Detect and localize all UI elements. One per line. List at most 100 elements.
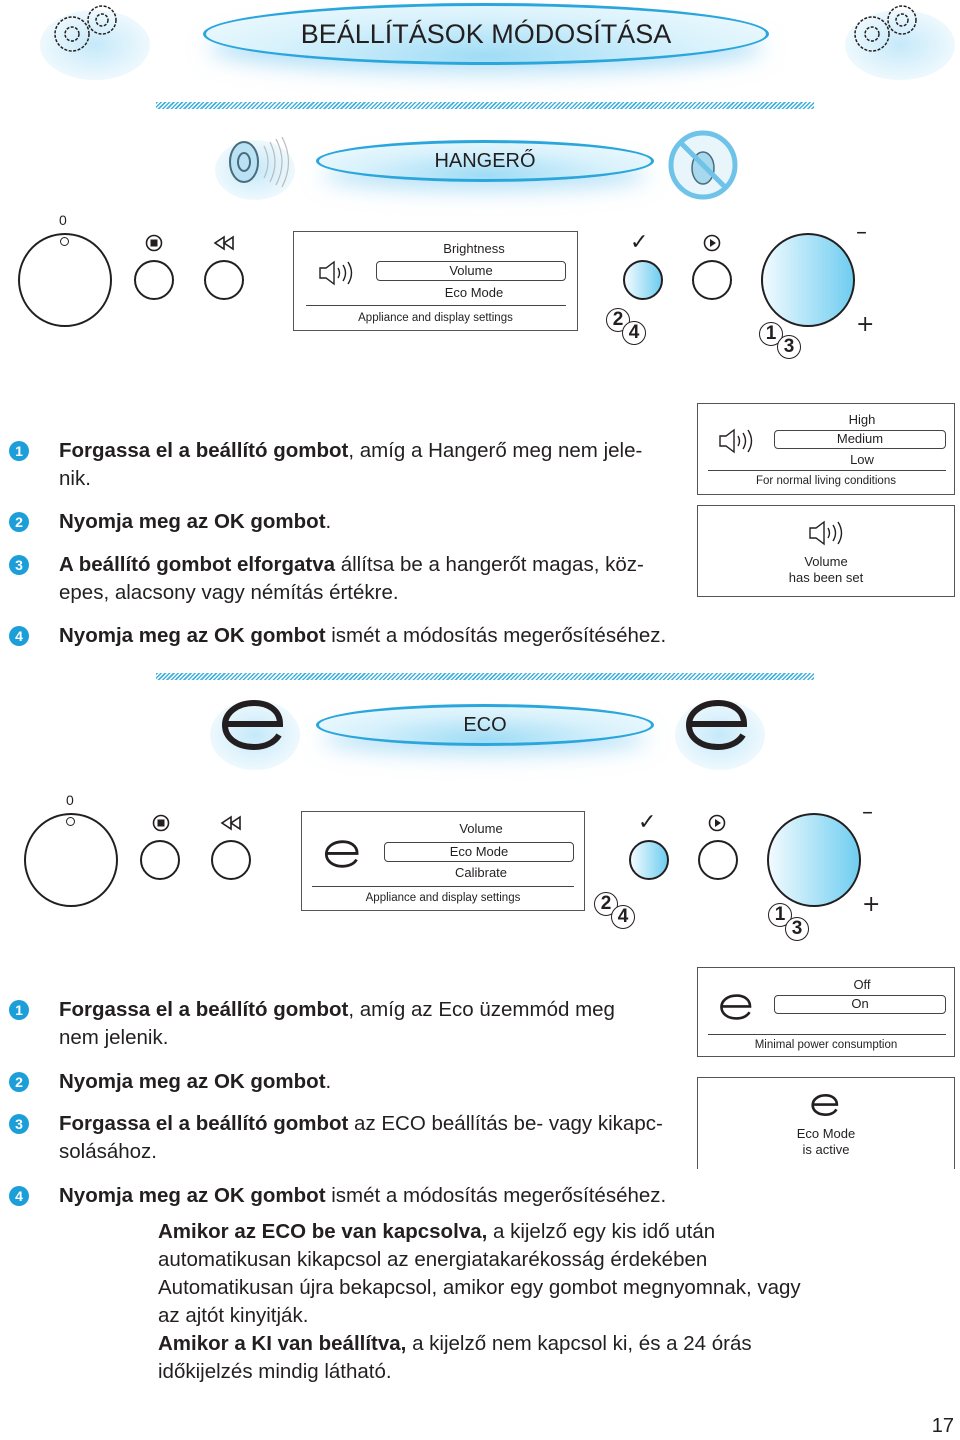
menu-option: Off [853, 977, 871, 992]
step-number-badge: 1 [9, 441, 29, 461]
back-button[interactable] [204, 260, 244, 300]
step-bold-text: Nyomja meg az OK gombot [59, 624, 326, 647]
mode-dial[interactable] [24, 813, 118, 907]
step-number-badge: 3 [9, 555, 29, 575]
eco-e-icon [720, 994, 752, 1020]
note-bold-text: Amikor az ECO be van kapcsolva, [158, 1220, 488, 1243]
note-bold-text: Amikor a KI van beállítva, [158, 1332, 407, 1355]
step-text: nik. [59, 467, 91, 490]
selector-knob[interactable] [767, 813, 861, 907]
step-text: ismét a módosítás megerősítéséhez. [325, 624, 667, 647]
display-menu-volume: Brightness Volume Eco Mode Appliance and… [293, 231, 578, 331]
step-bold-text: Nyomja meg az OK gombot [59, 510, 326, 533]
start-button[interactable] [692, 260, 732, 300]
section-heading-text: HANGERŐ [434, 149, 536, 172]
dial-marker [66, 817, 75, 826]
section-heading-volume: HANGERŐ [316, 140, 654, 182]
divider [708, 1034, 946, 1035]
start-button[interactable] [698, 840, 738, 880]
step-number-badge: 4 [9, 1186, 29, 1206]
step-bold-text: Nyomja meg az OK gombot [59, 1184, 326, 1207]
eco-e-icon [811, 1093, 839, 1117]
screen-eco-confirm: Eco Mode is active [697, 1077, 955, 1169]
page-title: BEÁLLÍTÁSOK MÓDOSÍTÁSA [203, 3, 769, 65]
stop-icon [145, 234, 163, 252]
step-marker: 4 [611, 905, 635, 929]
off-note: Amikor a KI van beállítva, a kijelző nem… [158, 1330, 808, 1386]
step-text: epes, alacsony vagy némítás értékre. [59, 581, 399, 604]
dial-marker [60, 237, 69, 246]
check-icon: ✓ [630, 230, 649, 255]
mode-dial[interactable] [18, 233, 112, 327]
minus-label: – [856, 220, 867, 245]
step-bold-text: A beállító gombot elforgatva [59, 553, 336, 576]
divider [156, 673, 814, 680]
ok-button[interactable] [629, 840, 669, 880]
stop-button[interactable] [134, 260, 174, 300]
eco-e-icon [324, 840, 359, 868]
step-bold-text: Forgassa el a beállító gombot [59, 998, 349, 1021]
dial-zero-label: 0 [59, 212, 67, 228]
menu-option-selected: Volume [376, 261, 566, 281]
step-text: solásához. [59, 1140, 158, 1163]
step-text: , amíg a Hangerő meg nem jele- [348, 439, 643, 462]
play-icon [703, 234, 721, 252]
step-text: . [325, 510, 332, 533]
menu-option: Volume [459, 821, 503, 836]
divider [708, 470, 946, 471]
divider [306, 305, 566, 306]
back-icon [220, 815, 241, 831]
eco-e-icon [685, 699, 748, 751]
menu-footer: For normal living conditions [756, 475, 896, 487]
stop-button[interactable] [140, 840, 180, 880]
step-text: , amíg az Eco üzemmód meg [348, 998, 615, 1021]
gears-icon [54, 5, 117, 52]
menu-option: Brightness [443, 241, 505, 256]
menu-footer: Appliance and display settings [365, 892, 521, 904]
divider [312, 886, 574, 887]
step-marker: 3 [785, 917, 809, 941]
back-icon [213, 235, 234, 251]
eco-e-icon [221, 699, 284, 751]
confirm-line: Volume [804, 554, 848, 569]
eco-note: Amikor az ECO be van kapcsolva, a kijelz… [158, 1218, 808, 1330]
menu-option-selected: Eco Mode [384, 842, 574, 862]
dial-zero-label: 0 [66, 792, 74, 808]
speaker-icon [319, 260, 353, 286]
confirm-line: Eco Mode [796, 1126, 856, 1141]
menu-option: Eco Mode [444, 285, 504, 300]
selector-knob[interactable] [761, 233, 855, 327]
step-text: nem jelenik. [59, 1026, 169, 1049]
menu-footer: Appliance and display settings [358, 312, 513, 324]
step-text: állítsa be a hangerőt magas, köz- [335, 553, 644, 576]
minus-label: – [862, 800, 873, 825]
menu-option-selected: Medium [774, 430, 946, 449]
display-menu-eco: Volume Eco Mode Calibrate Appliance and … [301, 811, 585, 911]
step-number-badge: 4 [9, 626, 29, 646]
step-number-badge: 3 [9, 1114, 29, 1134]
step-text: az ECO beállítás be- vagy kikapc- [348, 1112, 663, 1135]
section-heading-eco: ECO [316, 704, 654, 746]
check-icon: ✓ [638, 810, 657, 835]
screen-volume-confirm: Volume has been set [697, 505, 955, 597]
gears-icon [854, 5, 917, 52]
menu-option: High [848, 412, 876, 427]
ok-button[interactable] [623, 260, 663, 300]
back-button[interactable] [211, 840, 251, 880]
confirm-line: has been set [788, 570, 864, 585]
step-marker: 3 [777, 335, 801, 359]
speaker-icon [229, 136, 290, 188]
menu-option: Calibrate [454, 865, 508, 880]
stop-icon [152, 814, 170, 832]
step-marker: 4 [622, 321, 646, 345]
screen-eco-toggle: Off On Minimal power consumption [697, 967, 955, 1057]
speaker-icon [809, 520, 843, 546]
step-bold-text: Nyomja meg az OK gombot [59, 1070, 326, 1093]
confirm-line: is active [802, 1142, 850, 1157]
plus-label: + [856, 312, 875, 337]
speaker-icon [719, 428, 753, 454]
step-text: . [325, 1070, 332, 1093]
screen-volume-level: High Medium Low For normal living condit… [697, 403, 955, 495]
step-text: ismét a módosítás megerősítéséhez. [325, 1184, 667, 1207]
menu-option: Low [850, 452, 874, 467]
